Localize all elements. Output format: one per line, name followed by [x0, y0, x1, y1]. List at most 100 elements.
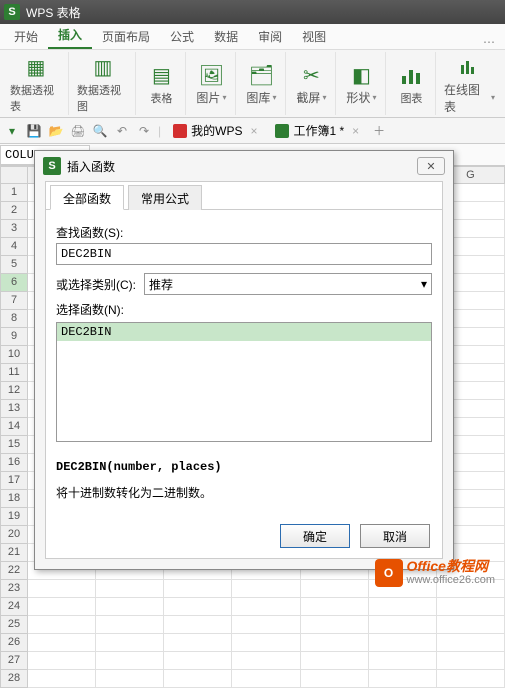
- cell[interactable]: [369, 616, 437, 634]
- row-header[interactable]: 8: [0, 310, 28, 328]
- select-all-corner[interactable]: [0, 166, 28, 184]
- row-header[interactable]: 12: [0, 382, 28, 400]
- cell[interactable]: [232, 652, 300, 670]
- cell[interactable]: [437, 598, 505, 616]
- cell[interactable]: [96, 670, 164, 688]
- cell[interactable]: [232, 598, 300, 616]
- row-header[interactable]: 18: [0, 490, 28, 508]
- online-chart-button[interactable]: 在线图表▾: [438, 52, 501, 115]
- row-header[interactable]: 1: [0, 184, 28, 202]
- close-icon[interactable]: ×: [250, 124, 257, 138]
- menu-button[interactable]: ▾: [4, 123, 20, 139]
- row-header[interactable]: 17: [0, 472, 28, 490]
- cell[interactable]: [96, 580, 164, 598]
- category-select[interactable]: 推荐 ▾: [144, 273, 432, 295]
- tab-common-formulas[interactable]: 常用公式: [128, 185, 202, 210]
- undo-button[interactable]: ↶: [114, 123, 130, 139]
- cell[interactable]: [28, 670, 96, 688]
- redo-button[interactable]: ↷: [136, 123, 152, 139]
- tab-all-functions[interactable]: 全部函数: [50, 185, 124, 210]
- print-button[interactable]: 🖨: [70, 123, 86, 139]
- row-header[interactable]: 13: [0, 400, 28, 418]
- ribbon-more-icon[interactable]: ⋯: [477, 35, 501, 49]
- cell[interactable]: [301, 652, 369, 670]
- cell[interactable]: [164, 580, 232, 598]
- dialog-close-button[interactable]: ✕: [417, 157, 445, 175]
- cell[interactable]: [369, 652, 437, 670]
- pivot-chart-button[interactable]: ▥ 数据透视图: [71, 52, 136, 115]
- pivot-table-button[interactable]: ▦ 数据透视表: [4, 52, 69, 115]
- row-header[interactable]: 23: [0, 580, 28, 598]
- row-header[interactable]: 11: [0, 364, 28, 382]
- new-tab-button[interactable]: ＋: [371, 123, 387, 139]
- cell[interactable]: [28, 652, 96, 670]
- gallery-button[interactable]: 🗂 图库▾: [238, 52, 286, 115]
- ok-button[interactable]: 确定: [280, 524, 350, 548]
- cell[interactable]: [164, 616, 232, 634]
- row-header[interactable]: 21: [0, 544, 28, 562]
- row-header[interactable]: 28: [0, 670, 28, 688]
- cell[interactable]: [301, 634, 369, 652]
- row-header[interactable]: 7: [0, 292, 28, 310]
- cell[interactable]: [28, 598, 96, 616]
- function-list[interactable]: DEC2BIN: [56, 322, 432, 442]
- cell[interactable]: [369, 598, 437, 616]
- row-header[interactable]: 6: [0, 274, 28, 292]
- row-header[interactable]: 16: [0, 454, 28, 472]
- row-header[interactable]: 22: [0, 562, 28, 580]
- ribbon-tab-pagelayout[interactable]: 页面布局: [92, 24, 160, 49]
- cell[interactable]: [301, 616, 369, 634]
- chart-button[interactable]: 图表: [388, 52, 436, 115]
- cell[interactable]: [96, 598, 164, 616]
- cell[interactable]: [164, 652, 232, 670]
- ribbon-tab-data[interactable]: 数据: [204, 24, 248, 49]
- row-header[interactable]: 25: [0, 616, 28, 634]
- row-header[interactable]: 15: [0, 436, 28, 454]
- cell[interactable]: [437, 670, 505, 688]
- cell[interactable]: [96, 652, 164, 670]
- cell[interactable]: [369, 670, 437, 688]
- row-header[interactable]: 4: [0, 238, 28, 256]
- function-list-item[interactable]: DEC2BIN: [57, 323, 431, 341]
- ribbon-tab-formula[interactable]: 公式: [160, 24, 204, 49]
- open-button[interactable]: 📂: [48, 123, 64, 139]
- ribbon-tab-insert[interactable]: 插入: [48, 22, 92, 49]
- save-button[interactable]: 💾: [26, 123, 42, 139]
- cell[interactable]: [164, 598, 232, 616]
- row-header[interactable]: 20: [0, 526, 28, 544]
- doc-tab-workbook[interactable]: 工作簿1 * ×: [269, 120, 365, 141]
- close-icon[interactable]: ×: [352, 124, 359, 138]
- row-header[interactable]: 26: [0, 634, 28, 652]
- cell[interactable]: [28, 634, 96, 652]
- ribbon-tab-view[interactable]: 视图: [292, 24, 336, 49]
- cell[interactable]: [232, 634, 300, 652]
- cell[interactable]: [28, 616, 96, 634]
- row-header[interactable]: 27: [0, 652, 28, 670]
- row-header[interactable]: 19: [0, 508, 28, 526]
- row-header[interactable]: 3: [0, 220, 28, 238]
- cell[interactable]: [301, 670, 369, 688]
- doc-tab-mywps[interactable]: 我的WPS ×: [167, 120, 263, 141]
- cell[interactable]: [96, 616, 164, 634]
- cell[interactable]: [369, 634, 437, 652]
- dialog-titlebar[interactable]: S 插入函数 ✕: [35, 151, 453, 181]
- cell[interactable]: [232, 670, 300, 688]
- cell[interactable]: [164, 634, 232, 652]
- cell[interactable]: [96, 634, 164, 652]
- cancel-button[interactable]: 取消: [360, 524, 430, 548]
- cell[interactable]: [437, 616, 505, 634]
- screenshot-button[interactable]: ✂ 截屏▾: [288, 52, 336, 115]
- table-button[interactable]: ▤ 表格: [138, 52, 186, 115]
- ribbon-tab-home[interactable]: 开始: [4, 24, 48, 49]
- cell[interactable]: [301, 598, 369, 616]
- cell[interactable]: [437, 634, 505, 652]
- row-header[interactable]: 2: [0, 202, 28, 220]
- row-header[interactable]: 14: [0, 418, 28, 436]
- shapes-button[interactable]: ◧ 形状▾: [338, 52, 386, 115]
- search-function-input[interactable]: [56, 243, 432, 265]
- cell[interactable]: [437, 652, 505, 670]
- cell[interactable]: [28, 580, 96, 598]
- cell[interactable]: [232, 580, 300, 598]
- cell[interactable]: [301, 580, 369, 598]
- cell[interactable]: [164, 670, 232, 688]
